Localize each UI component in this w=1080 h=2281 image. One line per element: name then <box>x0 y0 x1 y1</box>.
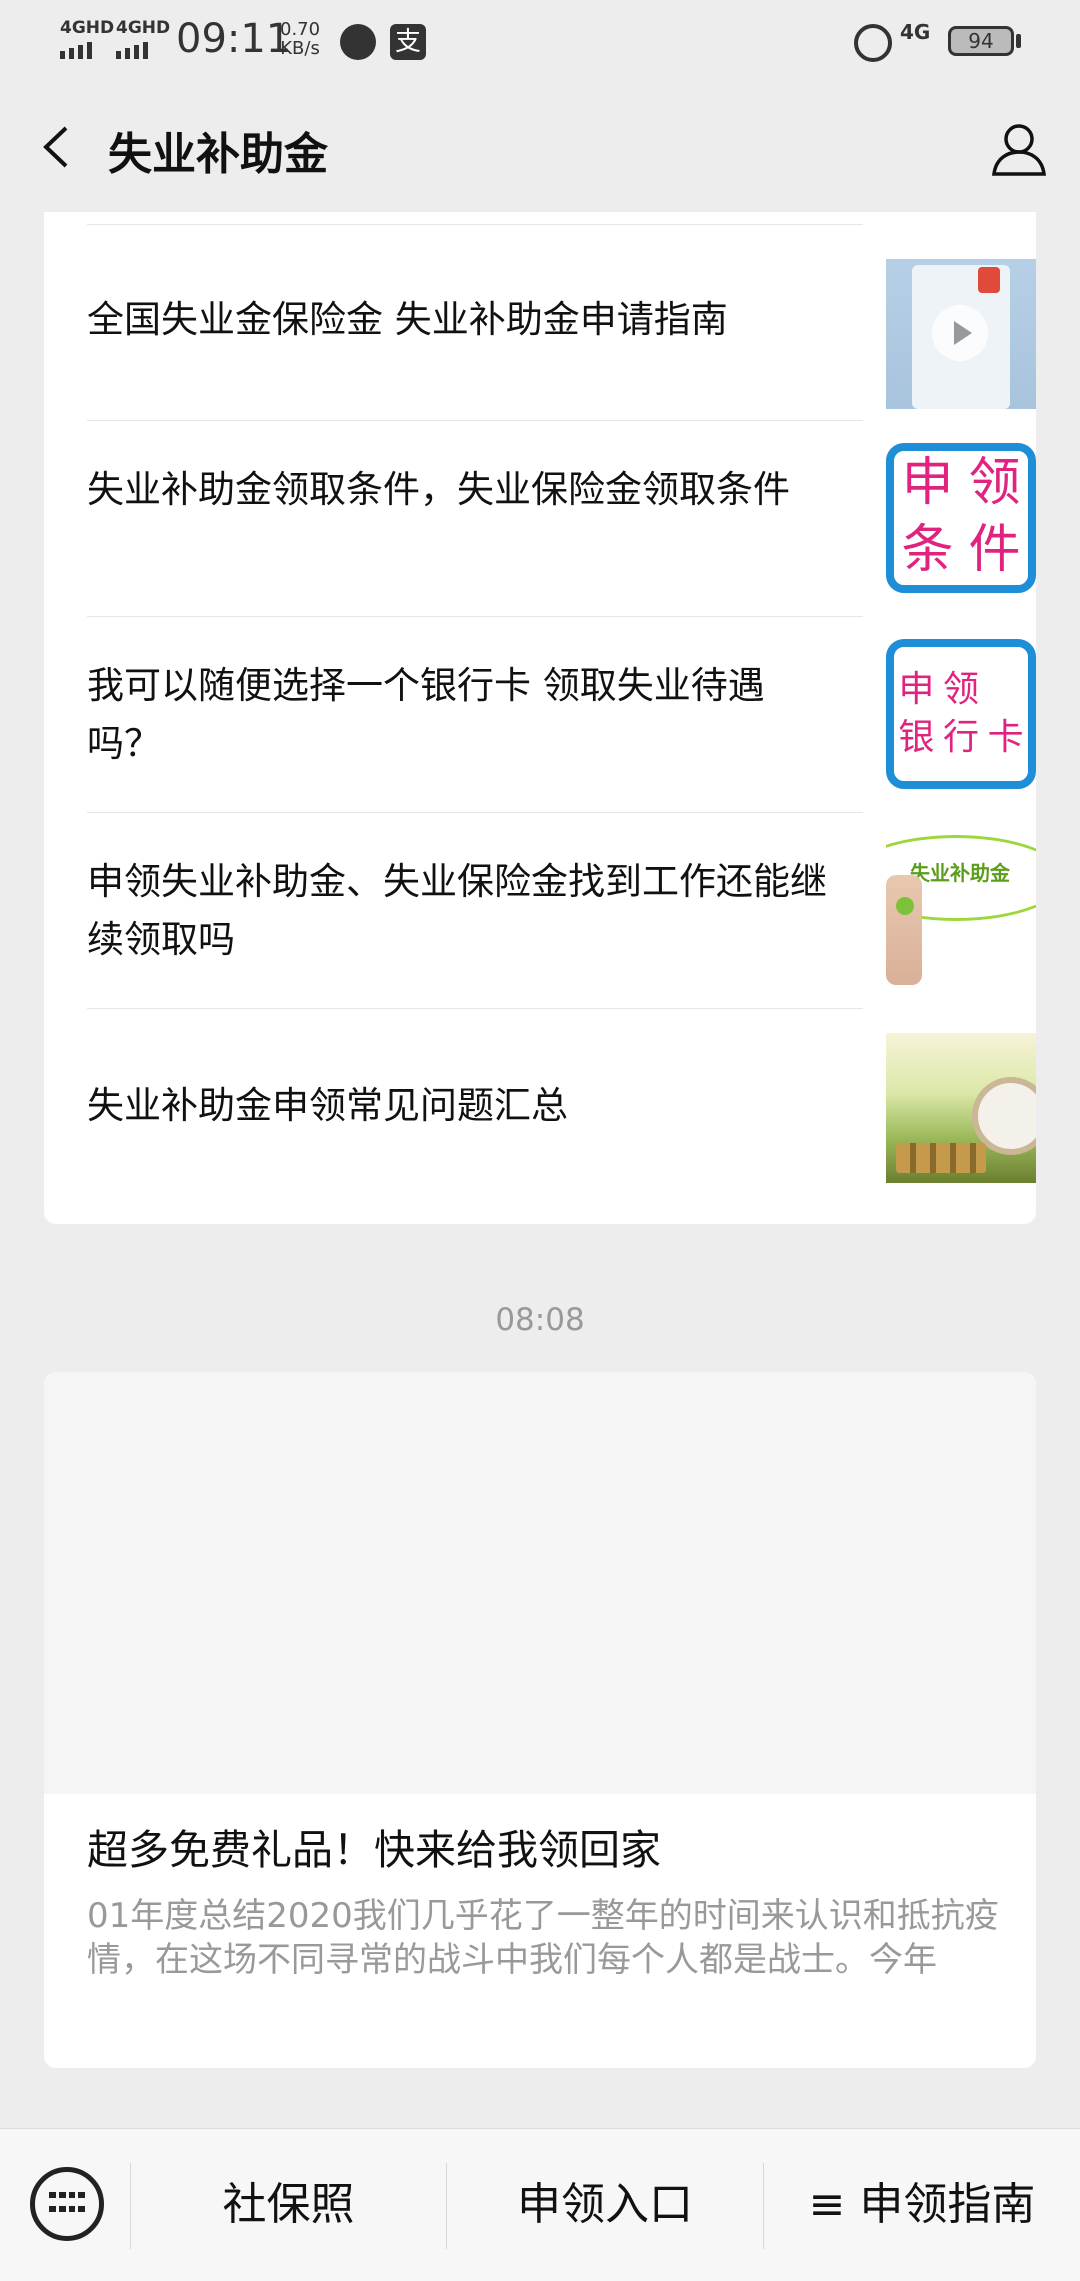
net-speed-value: 0.70 <box>280 19 321 40</box>
thumb-char: 申 <box>901 453 954 513</box>
signal-icon: 4GHD <box>116 18 170 59</box>
menu-apply-entry[interactable]: 申领入口 <box>447 2175 763 2235</box>
network-type: 4G <box>900 20 931 44</box>
alarm-icon <box>854 24 892 62</box>
clock-coins-image <box>886 1033 1036 1183</box>
title-bar: 失业补助金 <box>0 84 1080 212</box>
net-speed: 0.70 KB/s <box>280 20 320 58</box>
thumb-char: 领 <box>942 669 979 710</box>
profile-icon[interactable] <box>990 120 1048 178</box>
status-bar: 4GHD 4GHD 09:11 0.70 KB/s 支 4G 94 <box>0 0 1080 84</box>
battery-icon: 94 <box>948 26 1014 56</box>
thumb-char: 申 <box>898 669 935 710</box>
article-title: 申领失业补助金、失业保险金找到工作还能继续领取吗 <box>87 860 827 961</box>
article-title: 失业补助金申领常见问题汇总 <box>87 1084 568 1127</box>
thumb-char: 卡 <box>987 717 1024 758</box>
card-title: 超多免费礼品！快来给我领回家 <box>87 1826 661 1874</box>
keyboard-icon[interactable] <box>30 2167 104 2241</box>
article-title: 我可以随便选择一个银行卡 领取失业待遇吗？ <box>87 664 765 765</box>
thumb-char: 件 <box>968 520 1021 580</box>
speedometer-icon <box>340 24 376 60</box>
play-icon <box>932 305 988 361</box>
message-timestamp: 08:08 <box>495 1302 585 1338</box>
menu-shebaozhao[interactable]: 社保照 <box>131 2175 446 2235</box>
battery-tip <box>1016 34 1021 48</box>
bottom-menu: 社保照 申领入口 ≡ 申领指南 <box>0 2128 1080 2281</box>
article-title: 全国失业金保险金 失业补助金申请指南 <box>87 298 728 341</box>
article-card-large[interactable]: 超多免费礼品！快来给我领回家 01年度总结2020我们几乎花了一整年的时间来认识… <box>44 1372 1036 2068</box>
article-item[interactable]: 我可以随便选择一个银行卡 领取失业待遇吗？ 申 领 银 行 卡 <box>87 617 1036 813</box>
status-time: 09:11 <box>176 16 292 62</box>
article-thumbnail: 申 领 条 件 <box>886 443 1036 593</box>
thumb-char: 领 <box>968 453 1021 513</box>
thumb-char: 条 <box>901 520 954 580</box>
page-title: 失业补助金 <box>108 129 328 180</box>
menu-apply-guide[interactable]: ≡ 申领指南 <box>764 2175 1080 2235</box>
signal-icon: 4GHD <box>60 18 114 59</box>
article-card: 全国失业金保险金 失业补助金申请指南 失业补助金领取条件，失业保险金领取条件 申… <box>44 212 1036 1224</box>
signal-label: 4GHD <box>60 18 115 38</box>
article-thumbnail: 失业补助金 <box>886 835 1036 985</box>
article-item[interactable]: 失业补助金领取条件，失业保险金领取条件 申 领 条 件 <box>87 421 1036 617</box>
thumb-label: 失业补助金 <box>910 861 1010 885</box>
article-title: 失业补助金领取条件，失业保险金领取条件 <box>87 468 790 511</box>
cover-image-placeholder <box>44 1372 1036 1794</box>
signal-label: 4GHD <box>116 18 171 38</box>
video-thumbnail <box>886 259 1036 409</box>
alipay-icon: 支 <box>390 24 426 60</box>
thumb-char: 银 <box>898 717 935 758</box>
back-arrow-icon[interactable] <box>34 122 84 172</box>
article-thumbnail: 申 领 银 行 卡 <box>886 639 1036 789</box>
article-item[interactable]: 失业补助金申领常见问题汇总 <box>87 1009 1036 1205</box>
card-description: 01年度总结2020我们几乎花了一整年的时间来认识和抵抗疫情，在这场不同寻常的战… <box>87 1896 999 1980</box>
article-item[interactable]: 申领失业补助金、失业保险金找到工作还能继续领取吗 失业补助金 <box>87 813 1036 1009</box>
thumb-char: 行 <box>942 717 979 758</box>
article-item[interactable]: 全国失业金保险金 失业补助金申请指南 <box>87 225 1036 421</box>
net-speed-unit: KB/s <box>280 38 320 59</box>
